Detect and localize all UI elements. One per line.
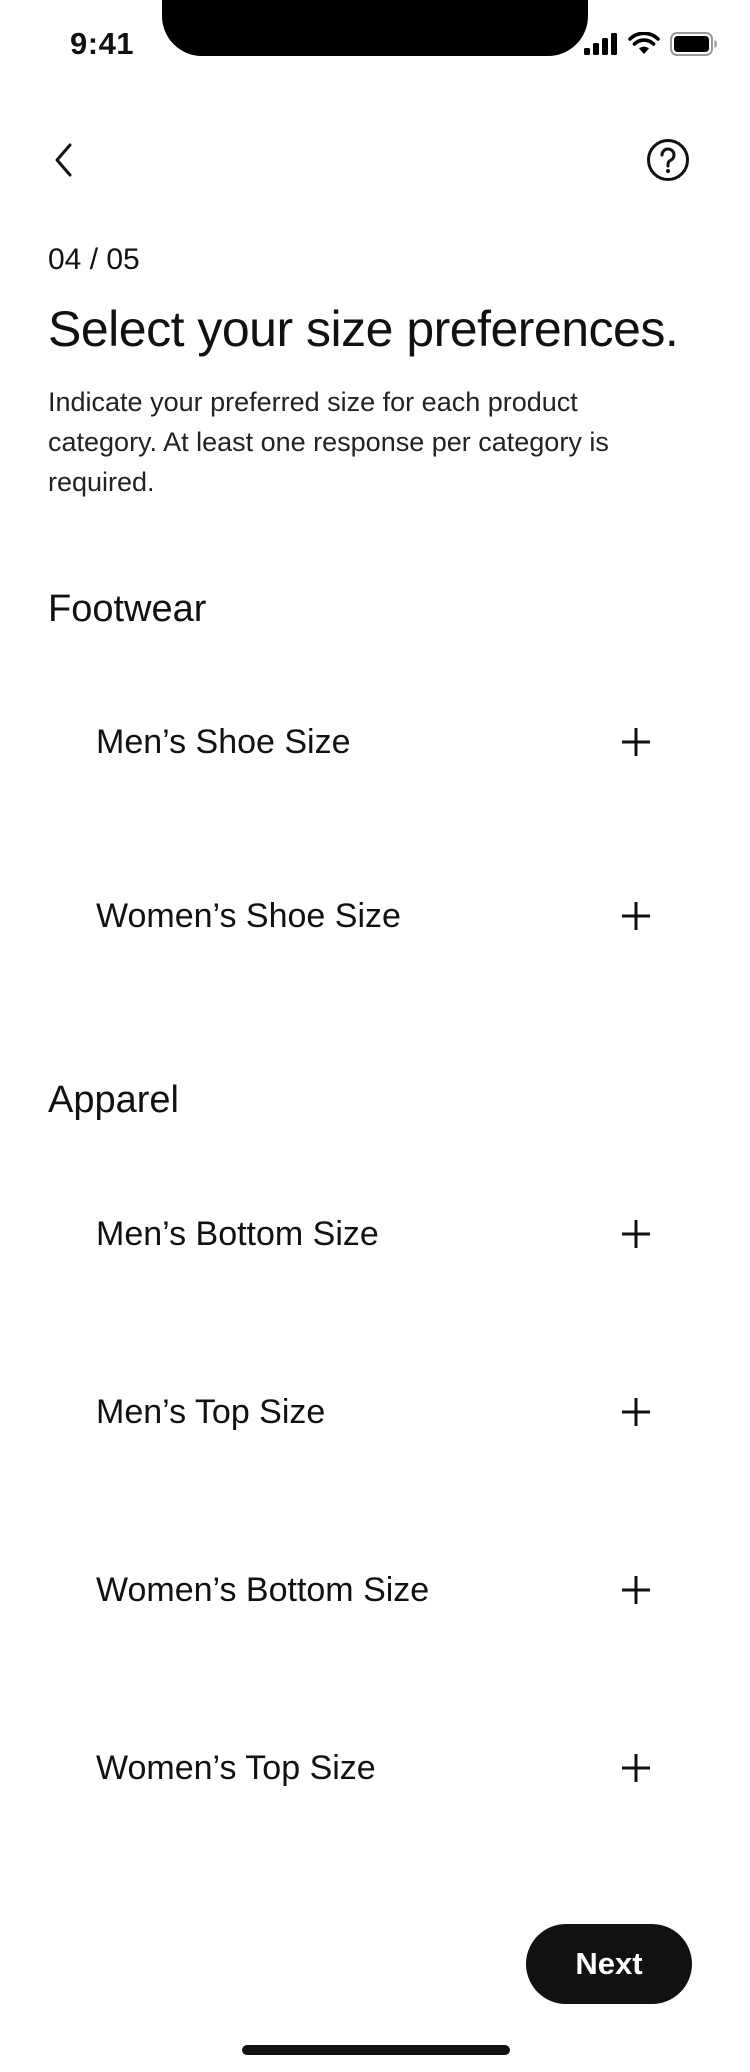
option-womens-bottom-size[interactable]: Women’s Bottom Size xyxy=(96,1545,656,1635)
help-button[interactable] xyxy=(644,138,692,186)
plus-icon[interactable] xyxy=(616,1214,656,1254)
section-heading-apparel: Apparel xyxy=(48,1079,179,1121)
status-icons xyxy=(584,32,718,56)
device-notch xyxy=(162,0,588,56)
option-mens-top-size[interactable]: Men’s Top Size xyxy=(96,1367,656,1457)
plus-icon[interactable] xyxy=(616,896,656,936)
plus-icon[interactable] xyxy=(616,1748,656,1788)
plus-icon[interactable] xyxy=(616,1570,656,1610)
option-label: Men’s Shoe Size xyxy=(96,722,351,761)
battery-icon xyxy=(670,32,718,56)
plus-icon[interactable] xyxy=(616,722,656,762)
option-label: Men’s Bottom Size xyxy=(96,1214,379,1253)
next-button[interactable]: Next xyxy=(526,1924,692,2004)
option-mens-bottom-size[interactable]: Men’s Bottom Size xyxy=(96,1189,656,1279)
status-bar: 9:41 xyxy=(0,0,750,90)
step-counter: 04 / 05 xyxy=(48,243,140,276)
status-time: 9:41 xyxy=(70,26,135,61)
chevron-left-icon xyxy=(52,142,76,183)
page-description: Indicate your preferred size for each pr… xyxy=(48,387,609,497)
section-heading-footwear: Footwear xyxy=(48,588,207,630)
question-circle-icon xyxy=(646,138,690,187)
option-womens-top-size[interactable]: Women’s Top Size xyxy=(96,1723,656,1813)
option-mens-shoe-size[interactable]: Men’s Shoe Size xyxy=(96,697,656,787)
option-label: Men’s Top Size xyxy=(96,1392,326,1431)
option-womens-shoe-size[interactable]: Women’s Shoe Size xyxy=(96,871,656,961)
cellular-signal-icon xyxy=(584,33,618,55)
option-label: Women’s Top Size xyxy=(96,1748,376,1787)
back-button[interactable] xyxy=(40,138,88,186)
wifi-icon xyxy=(628,32,660,56)
plus-icon[interactable] xyxy=(616,1392,656,1432)
option-label: Women’s Shoe Size xyxy=(96,896,401,935)
page-title: Select your size preferences. xyxy=(48,301,679,357)
option-label: Women’s Bottom Size xyxy=(96,1570,430,1609)
home-indicator xyxy=(242,2045,510,2055)
